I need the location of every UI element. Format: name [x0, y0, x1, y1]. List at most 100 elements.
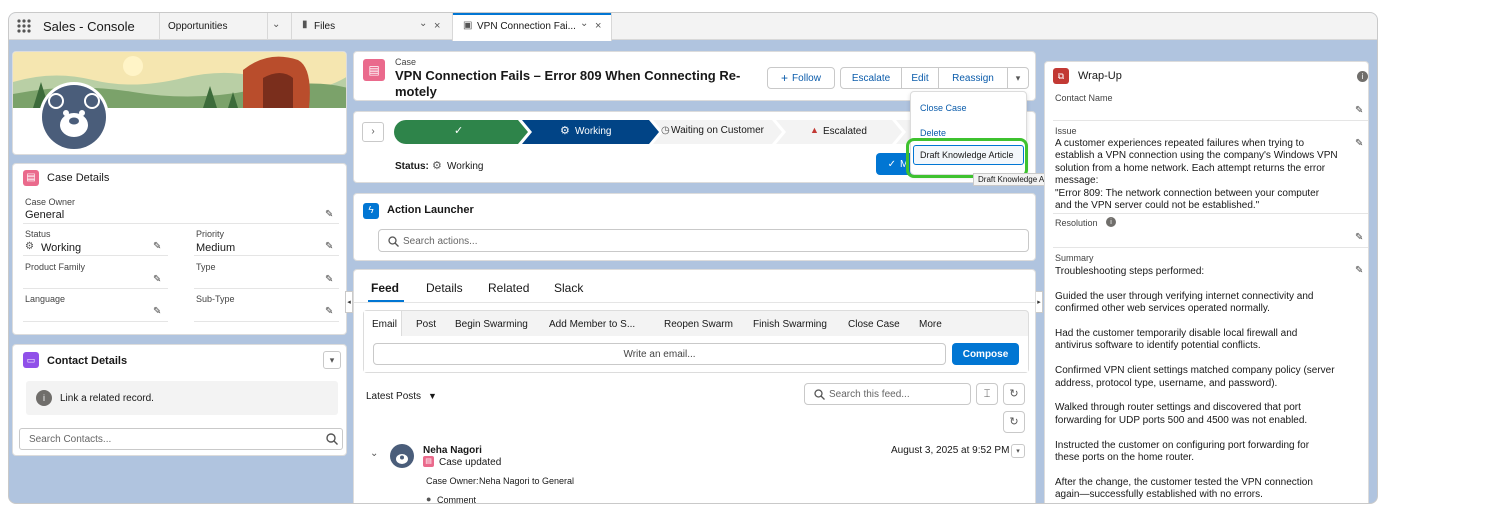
field-label: Product Family: [25, 262, 86, 272]
publisher: Email Post Begin Swarming Add Member to …: [363, 310, 1029, 373]
publisher-tab-begin-swarming[interactable]: Begin Swarming: [455, 319, 528, 330]
tab-files[interactable]: ▮ Files ⌄ ×: [292, 13, 452, 40]
clock-icon: ◷: [661, 125, 670, 136]
post-timestamp[interactable]: August 3, 2025 at 9:52 PM: [891, 445, 1009, 456]
more-actions-chevron-icon[interactable]: ▾: [1007, 67, 1029, 89]
search-feed-input[interactable]: Search this feed...: [804, 383, 971, 405]
gear-icon: ⚙: [560, 125, 570, 137]
field-label: Summary: [1055, 253, 1094, 263]
wrap-up-panel: ⧉ Wrap-Up i Contact Name ✎ Issue ✎ A cus…: [1044, 61, 1369, 503]
info-icon[interactable]: i: [1106, 217, 1116, 227]
edit-button[interactable]: Edit: [901, 67, 939, 89]
action-launcher-card: ϟ Action Launcher Search actions...: [353, 193, 1036, 261]
publisher-tab-email[interactable]: Email: [364, 311, 402, 336]
status-value: Working: [41, 242, 82, 254]
chevron-down-icon[interactable]: ⌄: [419, 18, 427, 29]
info-icon: i: [36, 390, 52, 406]
search-contacts-input[interactable]: Search Contacts...: [19, 428, 343, 450]
field-label: Priority: [196, 229, 225, 239]
feed-sort-dropdown[interactable]: Latest Posts: [366, 391, 421, 402]
tab-label: Files: [314, 21, 336, 32]
edit-pencil-icon[interactable]: ✎: [1355, 232, 1363, 243]
chevron-right-icon[interactable]: ›: [362, 122, 384, 142]
console-tab-bar: Sales - Console Opportunities ⌄ ▮ Files …: [9, 13, 1377, 41]
write-email-input[interactable]: Write an email...: [373, 343, 946, 365]
collapse-left-handle[interactable]: ◂: [345, 291, 353, 313]
compose-button[interactable]: Compose: [952, 343, 1019, 365]
chevron-down-icon[interactable]: ⌄: [580, 18, 588, 29]
tab-feed[interactable]: Feed: [371, 281, 399, 295]
edit-pencil-icon[interactable]: ✎: [325, 209, 333, 220]
tab-slack[interactable]: Slack: [554, 281, 583, 295]
edit-pencil-icon[interactable]: ✎: [153, 306, 161, 317]
refresh-icon[interactable]: ↻: [1003, 383, 1025, 405]
case-icon: ▤: [363, 59, 385, 81]
app-title: Sales - Console: [43, 19, 135, 34]
priority-value: Medium: [196, 242, 236, 254]
empty-state-box: i Link a related record.: [26, 381, 338, 415]
publisher-tab-reopen-swarm[interactable]: Reopen Swarm: [664, 319, 733, 330]
edit-pencil-icon[interactable]: ✎: [153, 241, 161, 252]
edit-pencil-icon[interactable]: ✎: [1355, 265, 1363, 276]
tab-details[interactable]: Details: [426, 281, 463, 295]
console-window: Sales - Console Opportunities ⌄ ▮ Files …: [8, 12, 1378, 504]
menu-item-close-case[interactable]: Close Case: [920, 103, 967, 113]
feed-card: Feed Details Related Slack Email Post Be…: [353, 269, 1036, 504]
tab-opportunities[interactable]: Opportunities ⌄: [159, 13, 291, 40]
app-launcher-icon[interactable]: [17, 19, 31, 33]
page-title: VPN Connection Fails – Error 809 When Co…: [395, 68, 741, 99]
case-icon: ▤: [23, 170, 39, 186]
post-author[interactable]: Neha Nagori: [423, 445, 482, 456]
close-icon[interactable]: ×: [595, 20, 601, 32]
input-placeholder: Search this feed...: [829, 389, 910, 400]
files-icon: ▮: [302, 19, 308, 30]
path-step-working[interactable]: Working: [575, 126, 612, 137]
wrap-up-icon: ⧉: [1053, 68, 1069, 84]
publisher-tab-post[interactable]: Post: [416, 319, 436, 330]
edit-pencil-icon[interactable]: ✎: [325, 306, 333, 317]
highlight-ring: [906, 138, 1028, 178]
reassign-button[interactable]: Reassign: [938, 67, 1008, 89]
chevron-down-icon[interactable]: ▾: [323, 351, 341, 369]
menu-item-delete[interactable]: Delete: [920, 128, 946, 138]
status-value: Working: [447, 161, 484, 172]
caret-down-icon[interactable]: ▼: [428, 391, 437, 401]
collapse-right-handle[interactable]: ▸: [1035, 291, 1043, 313]
edit-pencil-icon[interactable]: ✎: [325, 274, 333, 285]
input-placeholder: Search actions...: [403, 236, 478, 247]
field-label: Resolution: [1055, 218, 1098, 228]
post-menu-chevron-icon[interactable]: ▾: [1011, 444, 1025, 458]
edit-pencil-icon[interactable]: ✎: [325, 241, 333, 252]
status-label: Status:: [395, 161, 429, 172]
edit-pencil-icon[interactable]: ✎: [1355, 138, 1363, 149]
escalate-button[interactable]: Escalate: [840, 67, 902, 89]
comment-icon: ●: [426, 494, 432, 504]
feed-post: ⌄ Neha Nagori ▤ Case updated August 3, 2…: [354, 440, 1035, 504]
publisher-tab-finish-swarming[interactable]: Finish Swarming: [753, 319, 827, 330]
info-icon[interactable]: i: [1357, 71, 1368, 82]
path-step-waiting[interactable]: Waiting on Customer: [671, 125, 764, 136]
refresh-icon[interactable]: ↻: [1003, 411, 1025, 433]
card-title: Contact Details: [47, 355, 128, 367]
contact-icon: ▭: [23, 352, 39, 368]
follow-button[interactable]: + Follow: [767, 67, 835, 89]
publisher-tab-add-member[interactable]: Add Member to S...: [549, 319, 635, 330]
comment-button[interactable]: Comment: [437, 495, 476, 503]
close-icon[interactable]: ×: [434, 20, 440, 32]
post-action: Case updated: [439, 457, 502, 468]
filter-icon[interactable]: ⌶: [976, 383, 998, 405]
edit-pencil-icon[interactable]: ✎: [153, 274, 161, 285]
tab-related[interactable]: Related: [488, 281, 529, 295]
chevron-down-icon[interactable]: ⌄: [370, 448, 378, 459]
contact-details-card: ▭ Contact Details ▾ i Link a related rec…: [12, 344, 347, 456]
publisher-tab-close-case[interactable]: Close Case: [848, 319, 900, 330]
search-icon[interactable]: [326, 433, 338, 445]
tab-vpn-case[interactable]: ▣ VPN Connection Fai... ⌄ ×: [452, 13, 612, 41]
warning-icon: ▲: [810, 125, 819, 135]
publisher-tab-more[interactable]: More: [919, 319, 942, 330]
search-icon: [388, 236, 399, 247]
path-step-escalated[interactable]: Escalated: [823, 126, 867, 137]
edit-pencil-icon[interactable]: ✎: [1355, 105, 1363, 116]
chevron-down-icon[interactable]: ⌄: [272, 19, 280, 30]
search-actions-input[interactable]: Search actions...: [378, 229, 1029, 252]
